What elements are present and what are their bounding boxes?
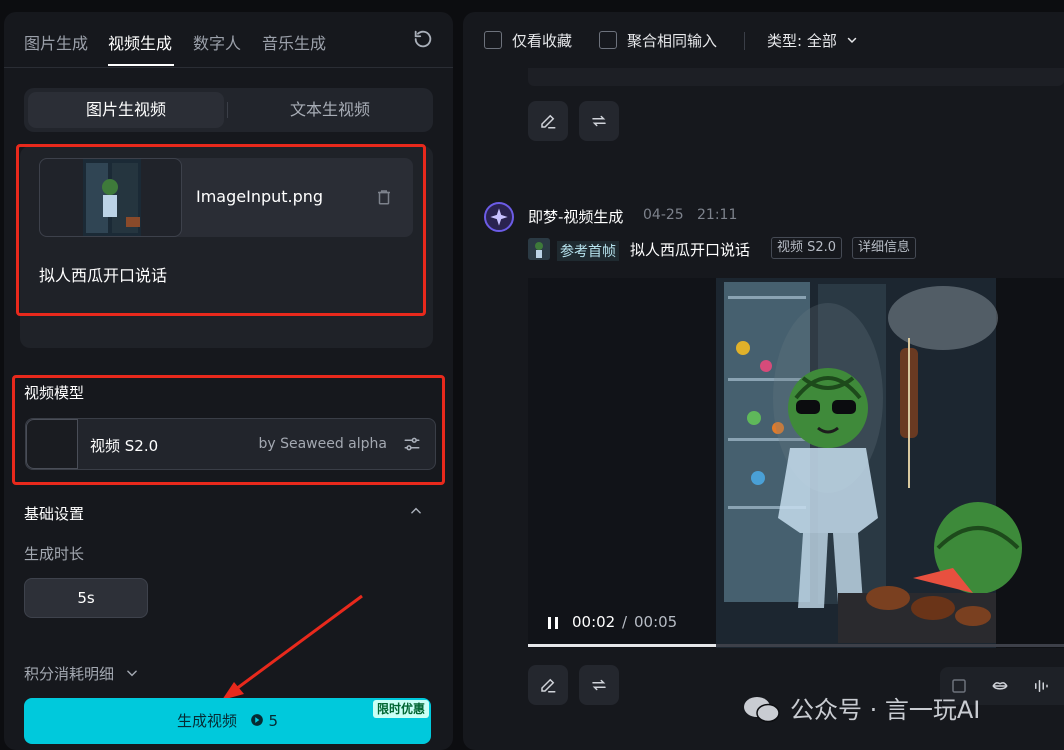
reference-frame-label[interactable]: 参考首帧 [557, 241, 619, 261]
video-current-time: 00:02 [572, 613, 616, 631]
mode-tabs: 图片生成 视频生成 数字人 音乐生成 [4, 12, 453, 68]
favorites-label[interactable]: 仅看收藏 [512, 30, 572, 51]
previous-result-strip [528, 68, 1064, 86]
chevron-down-icon [126, 670, 137, 677]
generate-label: 生成视频 [176, 712, 237, 730]
pause-icon[interactable] [546, 616, 560, 630]
video-total-time: 00:05 [634, 613, 678, 631]
points-detail-toggle[interactable]: 积分消耗明细 [24, 663, 139, 684]
tab-image-generation[interactable]: 图片生成 [24, 30, 88, 54]
model-tag: 视频 S2.0 [771, 237, 843, 259]
tab-digital-human[interactable]: 数字人 [193, 30, 241, 54]
message-time: 21:11 [697, 207, 738, 223]
subtab-text-to-video[interactable]: 文本生视频 [230, 88, 430, 132]
lips-icon[interactable] [990, 677, 1010, 695]
points-detail-label: 积分消耗明细 [24, 665, 115, 683]
avatar [484, 202, 514, 232]
generate-video-button[interactable]: 生成视频 5 限时优惠 [24, 698, 431, 744]
active-tab-indicator [108, 64, 174, 66]
merge-label[interactable]: 聚合相同输入 [627, 30, 717, 51]
message-author: 即梦-视频生成 [528, 208, 624, 226]
audio-wave-icon[interactable] [1032, 677, 1050, 695]
tab-video-generation[interactable]: 视频生成 [108, 30, 172, 54]
credit-icon [250, 714, 263, 726]
wechat-icon [744, 697, 780, 723]
left-panel: 图片生成 视频生成 数字人 音乐生成 图片生视频 文本生视频 ImageInpu… [4, 12, 453, 750]
subtab-image-to-video[interactable]: 图片生视频 [28, 92, 224, 128]
pencil-icon [541, 678, 556, 693]
pencil-icon [541, 114, 556, 129]
subtab-divider [227, 102, 228, 118]
filter-bar: 仅看收藏 聚合相同输入 类型: 全部 [463, 12, 1064, 68]
generate-cost: 5 [268, 712, 279, 730]
video-player[interactable]: 00:02 / 00:05 [528, 278, 1064, 648]
sub-tabs: 图片生视频 文本生视频 [24, 88, 433, 132]
arrow-annotation [222, 594, 363, 700]
video-time-separator: / [622, 613, 628, 631]
video-frame [528, 278, 1064, 648]
reference-frame-thumbnail[interactable] [528, 238, 550, 260]
filter-divider [744, 32, 745, 50]
sparkle-icon [490, 208, 508, 226]
refresh-icon[interactable] [412, 28, 434, 50]
duration-option-5s[interactable]: 5s [24, 578, 148, 618]
watermark-text: 公众号 · 言一玩AI [790, 696, 981, 724]
edit-button[interactable] [528, 101, 568, 141]
details-tag[interactable]: 详细信息 [852, 237, 917, 259]
tab-music-generation[interactable]: 音乐生成 [262, 30, 326, 54]
basic-settings-title: 基础设置 [24, 505, 85, 523]
edit-button-2[interactable] [528, 665, 568, 705]
regenerate-button-2[interactable] [579, 665, 619, 705]
message-prompt: 拟人西瓜开口说话 [630, 241, 751, 259]
type-select[interactable]: 类型: 全部 [767, 30, 858, 51]
video-progress-fill [528, 644, 716, 647]
repeat-icon [592, 679, 606, 691]
app: 图片生成 视频生成 数字人 音乐生成 图片生视频 文本生视频 ImageInpu… [0, 0, 1064, 750]
duration-label: 生成时长 [24, 545, 85, 563]
chevron-up-icon[interactable] [409, 504, 423, 518]
message-date: 04-25 [643, 207, 684, 223]
highlight-box-model [12, 375, 445, 485]
highlight-box-upload [16, 144, 426, 316]
promo-badge: 限时优惠 [372, 700, 429, 718]
favorites-checkbox[interactable] [484, 31, 502, 49]
type-select-label: 类型: 全部 [767, 32, 837, 50]
chevron-down-icon [847, 37, 856, 44]
repeat-icon [592, 115, 606, 127]
merge-checkbox[interactable] [599, 31, 617, 49]
right-panel: 仅看收藏 聚合相同输入 类型: 全部 即梦-视频生成 04-25 21:11 参… [463, 12, 1064, 750]
regenerate-button[interactable] [579, 101, 619, 141]
